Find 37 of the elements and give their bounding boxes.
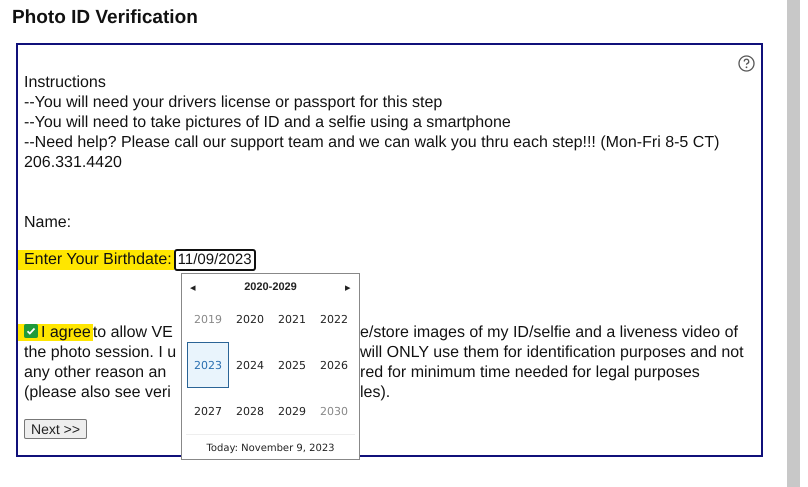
year-option[interactable]: 2020 — [229, 296, 271, 342]
help-icon[interactable] — [738, 55, 755, 72]
agreement-text: any other reason an — [24, 364, 166, 381]
instruction-text: --You will need your drivers license or passport for this step — [24, 93, 444, 113]
year-option[interactable]: 2027 — [187, 388, 229, 434]
birthdate-field[interactable]: 11/09/2023 — [174, 249, 256, 271]
year-option[interactable]: 2028 — [229, 388, 271, 434]
checkbox[interactable] — [24, 324, 38, 338]
next-button[interactable]: Next >> — [24, 419, 88, 439]
today-link[interactable]: Today: November 9, 2023 — [186, 434, 355, 465]
instruction-text: Instructions — [24, 73, 107, 93]
agreement-text: (please also see veri — [24, 384, 171, 401]
scrollbar[interactable] — [787, 0, 800, 487]
instruction-text: --You will need to take pictures of ID and a selfie using a smartphone — [24, 113, 512, 133]
agreement-text: red for minimum time needed for legal purposes — [360, 363, 701, 383]
year-option[interactable]: 2021 — [271, 296, 313, 342]
next-decade-button[interactable]: ▸ — [344, 280, 351, 294]
year-option[interactable]: 2026 — [313, 342, 355, 388]
previous-button[interactable]: ◂ — [190, 280, 196, 294]
instruction-text: --Need help? Please call our support team and we can walk you thru each step!!! (Mon-Fri 8-5 CT) 206.331.4420 — [24, 133, 720, 173]
name-label: Name: — [24, 213, 72, 233]
year-option[interactable]: 2019 — [187, 296, 229, 342]
decade-range[interactable]: 2020-2029 — [244, 277, 297, 297]
page-title: Photo ID Verification — [12, 6, 199, 30]
year-option[interactable]: 2030 — [313, 388, 355, 434]
birthdate-label: Enter Your Birthdate: — [18, 250, 174, 270]
agreement-text: to allow VE — [92, 324, 173, 341]
year-option[interactable]: 2022 — [313, 296, 355, 342]
agreement-text: les). — [360, 383, 392, 403]
agree-label: I agree — [18, 324, 93, 341]
agreement-text: the photo session. I u — [24, 344, 176, 361]
year-option[interactable]: 2029 — [271, 388, 313, 434]
agreement-text: e/store images of my ID/selfie and a liveness video of — [360, 323, 739, 343]
agreement-text: will ONLY use them for identification purposes and not — [360, 343, 745, 363]
year-option[interactable]: 2023 — [187, 342, 229, 388]
year-option[interactable]: 2024 — [229, 342, 271, 388]
year-option[interactable]: 2025 — [271, 342, 313, 388]
